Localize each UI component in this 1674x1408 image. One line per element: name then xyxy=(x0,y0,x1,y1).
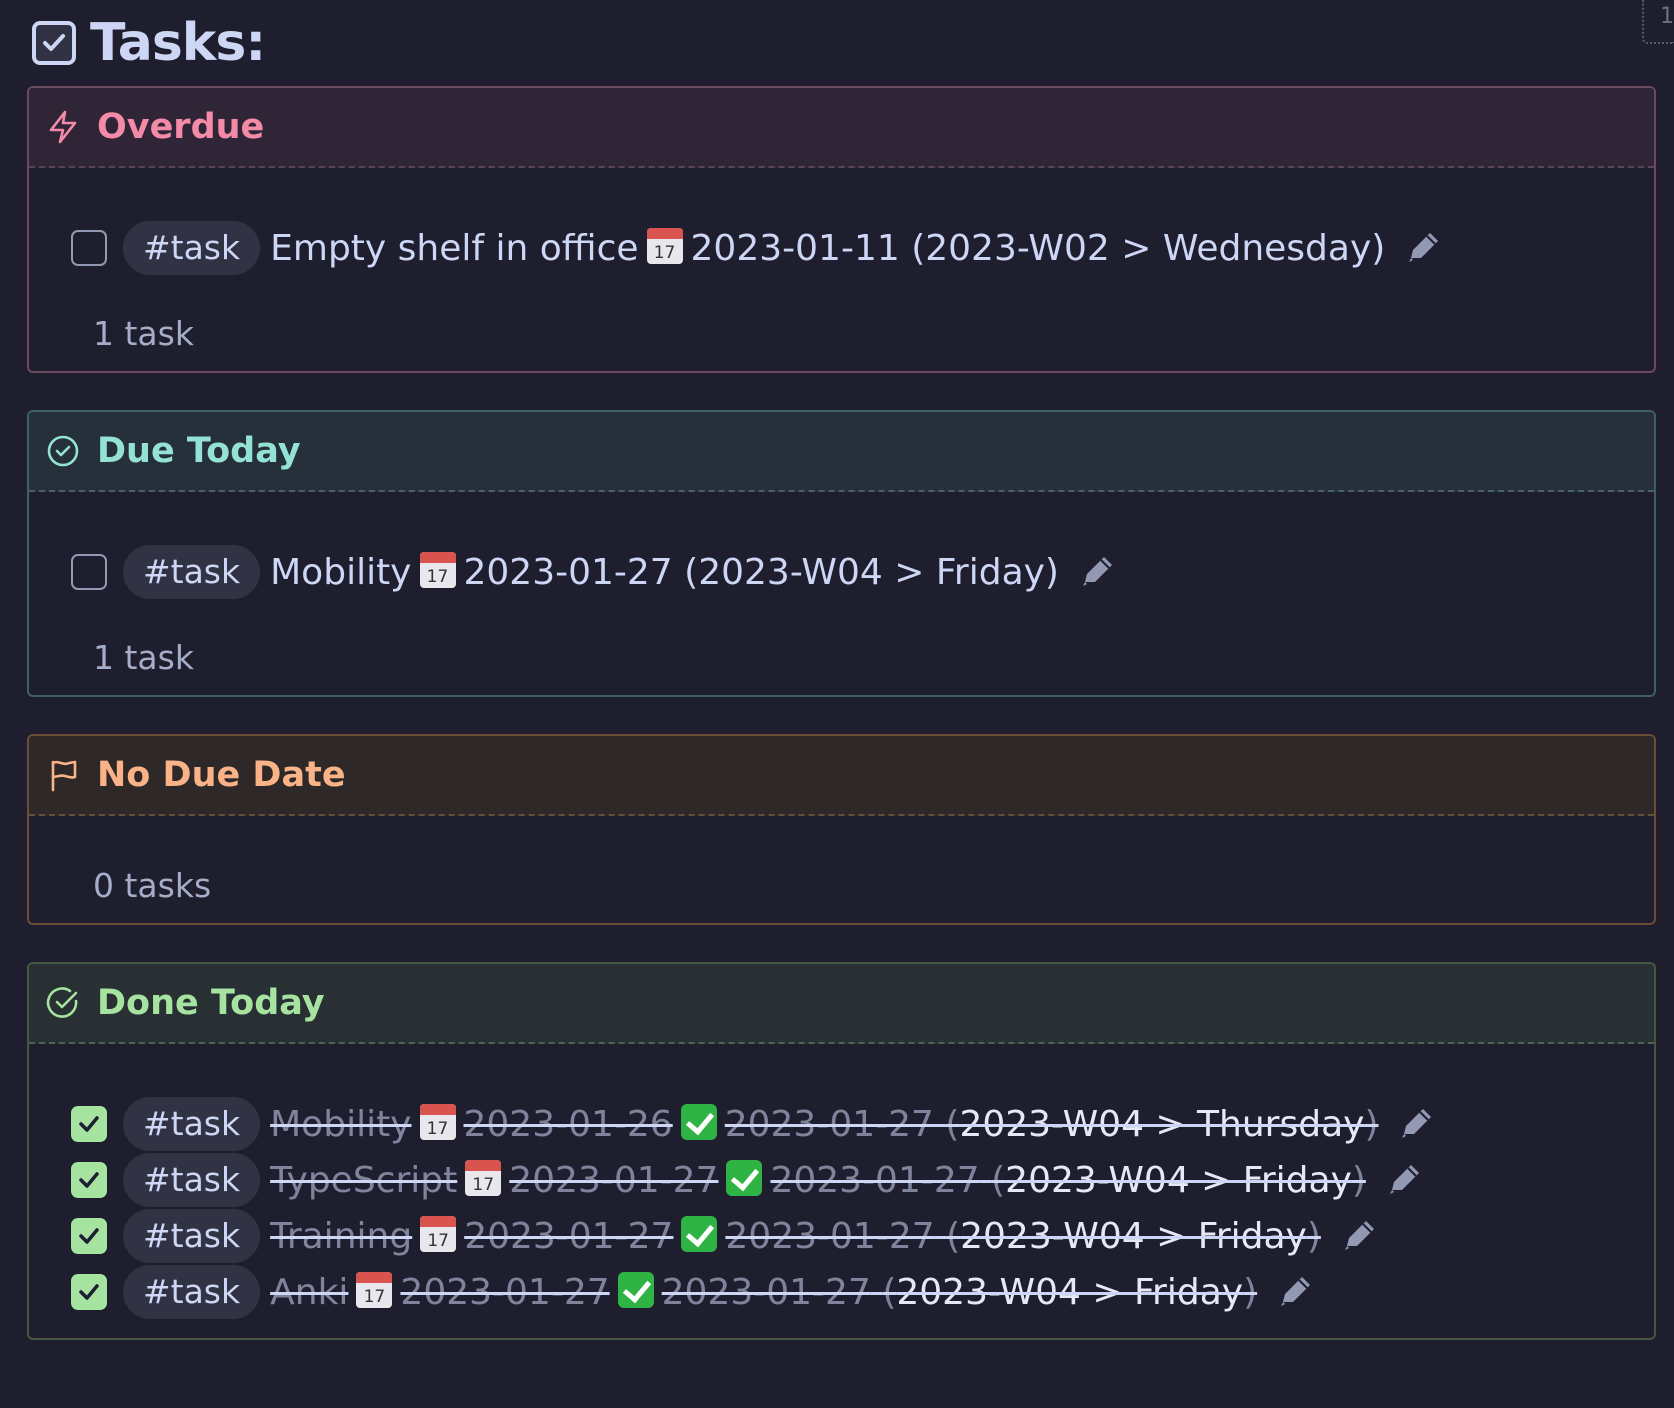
page-title: Tasks: xyxy=(90,13,266,73)
task-text: Mobility 17 2023-01-27 (2023-W04 > Friday) xyxy=(270,551,1059,593)
due-date: 2023-01-27 xyxy=(464,1215,674,1257)
checkbox-checked-icon xyxy=(32,21,76,65)
task-item: #task Mobility 17 2023-01-26 2023-01-27 (20… xyxy=(71,1096,1654,1152)
paren-open: ( xyxy=(991,1159,1006,1201)
tag-pill[interactable]: #task xyxy=(123,545,261,599)
task-checkbox-checked[interactable] xyxy=(71,1106,107,1142)
done-check-icon xyxy=(726,1159,763,1196)
done-check-icon xyxy=(617,1271,654,1308)
task-description: Empty shelf in office xyxy=(270,227,639,269)
done-check-icon xyxy=(681,1215,718,1252)
due-date: 2023-01-11 xyxy=(690,227,900,269)
done-date: 2023-01-27 xyxy=(725,1215,935,1257)
tag-pill[interactable]: #task xyxy=(123,221,261,275)
calendar-icon: 17 xyxy=(419,551,456,588)
tasks-page: Tasks: 1 Overdue #task Empty shelf in of… xyxy=(0,0,1674,1408)
lightning-icon xyxy=(45,109,81,145)
done-date: 2023-01-27 xyxy=(661,1271,871,1313)
clock-check-icon xyxy=(45,433,81,469)
task-count: 0 tasks xyxy=(93,866,212,905)
callout-title: Overdue xyxy=(97,107,265,147)
paren-open: ( xyxy=(945,1103,960,1145)
task-checkbox-checked[interactable] xyxy=(71,1274,107,1310)
tag-pill[interactable]: #task xyxy=(123,1153,261,1207)
task-description: TypeScript xyxy=(270,1159,458,1201)
due-date: 2023-01-27 xyxy=(400,1271,610,1313)
calendar-icon: 17 xyxy=(419,1103,456,1140)
task-checkbox[interactable] xyxy=(71,230,107,266)
flag-icon xyxy=(45,757,81,793)
done-date: 2023-01-27 xyxy=(724,1103,934,1145)
callout-body: #task Mobility 17 2023-01-27 (2023-W04 > F… xyxy=(29,492,1654,695)
check-circle-icon xyxy=(45,985,81,1021)
calendar-icon: 17 xyxy=(465,1159,502,1196)
callout-header[interactable]: No Due Date xyxy=(29,736,1654,816)
due-date: 2023-01-27 xyxy=(509,1159,719,1201)
task-description: Anki xyxy=(270,1271,349,1313)
callout-body: #task Mobility 17 2023-01-26 2023-01-27 (20… xyxy=(29,1044,1654,1338)
task-checkbox-checked[interactable] xyxy=(71,1162,107,1198)
task-item: #task Mobility 17 2023-01-27 (2023-W04 > F… xyxy=(71,542,1654,602)
task-checkbox[interactable] xyxy=(71,554,107,590)
paren-close: ) xyxy=(1306,1215,1321,1257)
pencil-icon[interactable] xyxy=(1396,1104,1436,1144)
paren-open: ( xyxy=(946,1215,961,1257)
week-link[interactable]: 2023-W04 > Friday xyxy=(960,1216,1307,1257)
callout-title: No Due Date xyxy=(97,755,346,795)
paren-open: ( xyxy=(882,1271,897,1313)
task-description: Mobility xyxy=(270,1103,412,1145)
task-item: #task Training 17 2023-01-27 2023-01-27 (20… xyxy=(71,1208,1654,1264)
callout-header[interactable]: Due Today xyxy=(29,412,1654,492)
callout-title: Done Today xyxy=(97,983,325,1023)
task-count: 1 task xyxy=(93,638,194,677)
callout-header[interactable]: Done Today xyxy=(29,964,1654,1044)
callout-title: Due Today xyxy=(97,431,301,471)
due-date: 2023-01-27 xyxy=(463,551,673,593)
callout-due-today: Due Today #task Mobility 17 2023-01-27 (20… xyxy=(27,410,1656,697)
task-text: Training 17 2023-01-27 2023-01-27 (2023-W04… xyxy=(270,1215,1321,1257)
task-item: #task Anki 17 2023-01-27 2023-01-27 (2023-W… xyxy=(71,1264,1654,1320)
pencil-icon[interactable] xyxy=(1384,1160,1424,1200)
pencil-icon[interactable] xyxy=(1339,1216,1379,1256)
task-text: TypeScript 17 2023-01-27 2023-01-27 (2023-W… xyxy=(270,1159,1366,1201)
tag-pill[interactable]: #task xyxy=(123,1097,261,1151)
callout-overdue: Overdue #task Empty shelf in office 17 202… xyxy=(27,86,1656,373)
due-date: 2023-01-26 xyxy=(463,1103,673,1145)
paren-close: ) xyxy=(1243,1271,1258,1313)
week-link[interactable]: 2023-W04 > Friday xyxy=(896,1272,1243,1313)
task-description: Training xyxy=(270,1215,413,1257)
callout-done-today: Done Today #task Mobility 17 2023-01-26 202… xyxy=(27,962,1656,1340)
pencil-icon[interactable] xyxy=(1275,1272,1315,1312)
callout-no-due-date: No Due Date 0 tasks xyxy=(27,734,1656,925)
task-checkbox-checked[interactable] xyxy=(71,1218,107,1254)
task-text: Anki 17 2023-01-27 2023-01-27 (2023-W04 > F… xyxy=(270,1271,1258,1313)
paren-close: ) xyxy=(1351,1159,1366,1201)
task-text: Empty shelf in office 17 2023-01-11 (2023-… xyxy=(270,227,1385,269)
task-item: #task Empty shelf in office 17 2023-01-11 … xyxy=(71,218,1654,278)
callout-header[interactable]: Overdue xyxy=(29,88,1654,168)
task-text: Mobility 17 2023-01-26 2023-01-27 (2023-W04… xyxy=(270,1103,1379,1145)
calendar-icon: 17 xyxy=(646,227,683,264)
week-link[interactable]: (2023-W02 > Wednesday) xyxy=(911,228,1385,269)
calendar-icon: 17 xyxy=(356,1271,393,1308)
callout-body: #task Empty shelf in office 17 2023-01-11 … xyxy=(29,168,1654,371)
week-link[interactable]: 2023-W04 > Thursday xyxy=(959,1104,1364,1145)
tag-pill[interactable]: #task xyxy=(123,1209,261,1263)
calendar-icon: 17 xyxy=(420,1215,457,1252)
done-date: 2023-01-27 xyxy=(770,1159,980,1201)
page-heading: Tasks: xyxy=(27,0,1656,86)
pencil-icon[interactable] xyxy=(1403,228,1443,268)
task-count: 1 task xyxy=(93,314,194,353)
task-item: #task TypeScript 17 2023-01-27 2023-01-27 (… xyxy=(71,1152,1654,1208)
pencil-icon[interactable] xyxy=(1077,552,1117,592)
tag-pill[interactable]: #task xyxy=(123,1265,261,1319)
corner-indicator: 1 xyxy=(1642,0,1674,44)
done-check-icon xyxy=(680,1103,717,1140)
week-link[interactable]: 2023-W04 > Friday xyxy=(1005,1160,1352,1201)
week-link[interactable]: (2023-W04 > Friday) xyxy=(684,552,1059,593)
task-description: Mobility xyxy=(270,551,412,593)
callout-body: 0 tasks xyxy=(29,816,1654,923)
paren-close: ) xyxy=(1364,1103,1379,1145)
